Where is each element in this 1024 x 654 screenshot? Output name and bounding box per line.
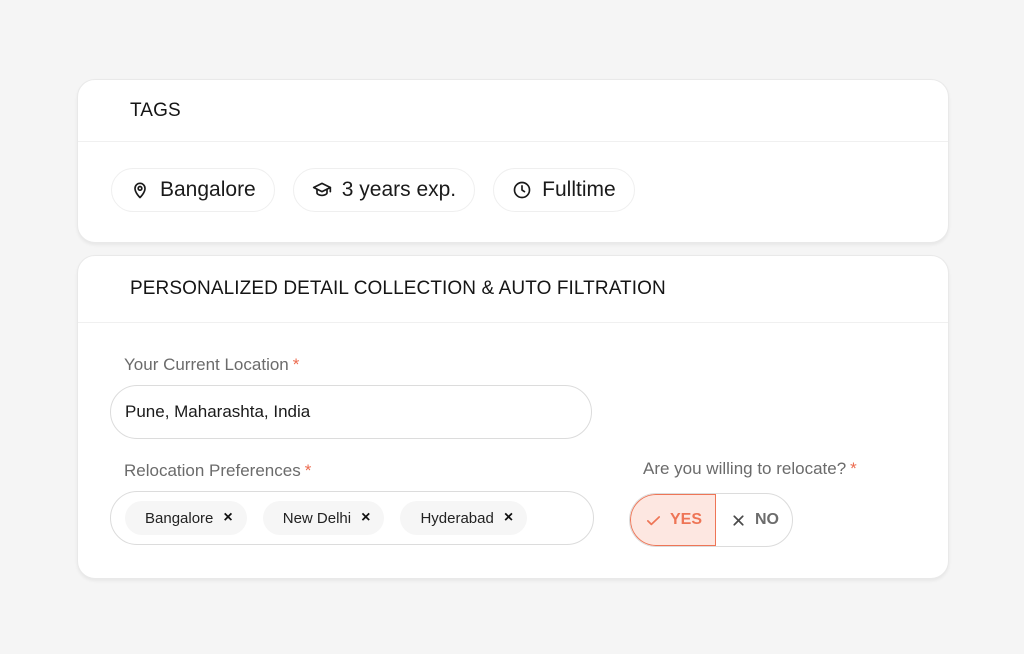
relocation-chip: Bangalore × (125, 501, 247, 535)
required-mark: * (292, 355, 300, 374)
relocation-chip-label: Hyderabad (420, 509, 494, 527)
map-pin-icon (134, 182, 146, 199)
tag-chip-label: Bangalore (160, 178, 256, 201)
willing-to-relocate-label: Are you willing to relocate? * (643, 459, 857, 479)
no-button-label: NO (755, 511, 779, 528)
tags-card: TAGS Bangalore 3 years exp. Fulltime (77, 79, 949, 243)
tag-chip-job-type[interactable]: Fulltime (493, 168, 635, 212)
yes-button-label: YES (670, 511, 703, 528)
required-mark: * (850, 459, 857, 478)
yes-button[interactable]: YES (630, 494, 716, 546)
current-location-label: Your Current Location * (124, 355, 299, 375)
tags-card-title: TAGS (78, 80, 948, 142)
tag-chip-label: 3 years exp. (341, 178, 457, 201)
remove-chip-icon[interactable]: × (361, 510, 370, 526)
tag-chip-experience[interactable]: 3 years exp. (292, 168, 476, 212)
no-button[interactable]: NO (716, 494, 792, 546)
tag-chip-label: Fulltime (542, 178, 616, 201)
remove-chip-icon[interactable]: × (504, 510, 513, 526)
relocation-chip-label: New Delhi (282, 509, 352, 527)
tag-chip-location[interactable]: Bangalore (111, 168, 275, 212)
relocation-chip: Hyderabad × (400, 501, 528, 535)
relocation-preferences-label-text: Relocation Preferences (124, 461, 301, 480)
clock-icon (513, 181, 531, 199)
required-mark: * (304, 461, 312, 480)
detail-card-title: PERSONALIZED DETAIL COLLECTION & AUTO FI… (78, 256, 948, 323)
check-icon (646, 515, 661, 525)
relocation-chip: New Delhi × (262, 501, 385, 535)
remove-chip-icon[interactable]: × (223, 510, 232, 526)
relocation-preferences-label: Relocation Preferences * (124, 461, 311, 481)
relocation-chip-label: Bangalore (145, 509, 214, 527)
current-location-label-text: Your Current Location (124, 355, 289, 374)
current-location-input[interactable] (110, 385, 592, 439)
tags-row: Bangalore 3 years exp. Fulltime (111, 168, 635, 212)
willing-to-relocate-label-text: Are you willing to relocate? (643, 459, 847, 478)
relocate-toggle-group: YES NO (629, 493, 793, 547)
detail-collection-card: PERSONALIZED DETAIL COLLECTION & AUTO FI… (77, 255, 949, 579)
relocation-preferences-field[interactable]: Bangalore × New Delhi × Hyderabad × (110, 491, 594, 545)
graduation-cap-icon (312, 182, 331, 197)
close-icon (733, 514, 744, 526)
